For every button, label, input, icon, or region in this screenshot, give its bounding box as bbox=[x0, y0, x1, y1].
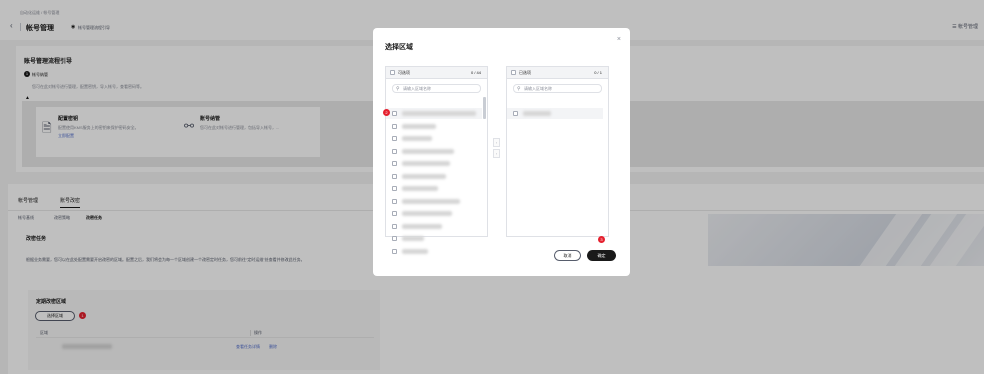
item-checkbox[interactable] bbox=[392, 211, 397, 216]
dialog-title: 选择区域 bbox=[385, 44, 413, 51]
search-icon: ⚲ bbox=[396, 86, 400, 92]
item-checkbox[interactable] bbox=[392, 236, 397, 241]
region-name-redacted bbox=[402, 223, 442, 229]
list-item[interactable] bbox=[386, 221, 482, 232]
select-all-checkbox[interactable] bbox=[390, 70, 395, 75]
region-name-redacted bbox=[402, 123, 436, 129]
list-item[interactable] bbox=[386, 108, 482, 119]
list-item[interactable] bbox=[386, 246, 482, 257]
selected-count: 0 / 1 bbox=[594, 70, 602, 75]
list-item[interactable] bbox=[386, 121, 482, 132]
arrow-left-icon[interactable]: ‹ bbox=[493, 149, 500, 158]
region-name-redacted bbox=[402, 111, 476, 116]
selected-label: 已选项 bbox=[519, 70, 531, 75]
selected-list-header: 已选项 0 / 1 bbox=[507, 67, 608, 79]
region-name-redacted bbox=[523, 111, 551, 116]
item-checkbox[interactable] bbox=[392, 123, 397, 129]
region-name-redacted bbox=[402, 136, 432, 141]
list-item[interactable] bbox=[386, 146, 482, 157]
list-item[interactable] bbox=[386, 183, 482, 194]
list-item[interactable] bbox=[386, 233, 482, 244]
region-name-redacted bbox=[402, 198, 460, 204]
item-checkbox[interactable] bbox=[392, 148, 397, 154]
region-name-redacted bbox=[402, 148, 454, 154]
cancel-button[interactable]: 取消 bbox=[554, 250, 581, 261]
list-item[interactable] bbox=[386, 158, 482, 169]
region-name-redacted bbox=[402, 186, 438, 191]
item-checkbox[interactable] bbox=[392, 198, 397, 204]
list-item[interactable] bbox=[386, 196, 482, 207]
available-count: 0 / 44 bbox=[470, 70, 481, 75]
confirm-button[interactable]: 确定 bbox=[587, 250, 616, 261]
search-placeholder: 请输入区域名称 bbox=[524, 86, 552, 91]
item-checkbox[interactable] bbox=[392, 161, 397, 166]
list-item[interactable] bbox=[386, 133, 482, 144]
region-name-redacted bbox=[402, 211, 452, 216]
selected-search-input[interactable]: ⚲ 请输入区域名称 bbox=[513, 84, 602, 93]
select-all-checkbox[interactable] bbox=[511, 70, 516, 75]
search-icon: ⚲ bbox=[517, 86, 521, 92]
item-checkbox[interactable] bbox=[392, 248, 397, 254]
annotation-badge: 3 bbox=[598, 236, 605, 243]
annotation-badge: 2 bbox=[383, 109, 390, 116]
available-list: 可选项 0 / 44 ⚲ 请输入区域名称 bbox=[385, 66, 488, 254]
close-icon[interactable]: × bbox=[617, 36, 621, 43]
selected-list: 已选项 0 / 1 ⚲ 请输入区域名称 bbox=[506, 66, 609, 237]
page: 自动化运维 / 帐号管理 ‹ 帐号管理 ◉ 帐号管理流程引导 ☰ 帐号管理 账号… bbox=[0, 0, 984, 374]
arrow-right-icon[interactable]: › bbox=[493, 138, 500, 147]
available-search-input[interactable]: ⚲ 请输入区域名称 bbox=[392, 84, 481, 93]
item-checkbox[interactable] bbox=[392, 136, 397, 141]
list-item[interactable] bbox=[386, 208, 482, 219]
region-name-redacted bbox=[402, 236, 424, 241]
item-checkbox[interactable] bbox=[392, 186, 397, 191]
item-checkbox[interactable] bbox=[392, 223, 397, 229]
list-item[interactable] bbox=[386, 171, 482, 182]
region-name-redacted bbox=[402, 173, 446, 179]
region-name-redacted bbox=[402, 248, 428, 254]
scrollbar[interactable] bbox=[483, 97, 486, 119]
available-label: 可选项 bbox=[398, 70, 410, 75]
search-placeholder: 请输入区域名称 bbox=[403, 86, 431, 91]
item-checkbox[interactable] bbox=[392, 173, 397, 179]
item-checkbox[interactable] bbox=[513, 111, 518, 116]
list-item[interactable] bbox=[507, 108, 603, 119]
select-region-dialog: 选择区域 × 可选项 0 / 44 ⚲ 请输入区域名称 2 › ‹ 已选项 0 … bbox=[373, 28, 630, 276]
available-list-header: 可选项 0 / 44 bbox=[386, 67, 487, 79]
item-checkbox[interactable] bbox=[392, 111, 397, 116]
region-name-redacted bbox=[402, 161, 450, 166]
